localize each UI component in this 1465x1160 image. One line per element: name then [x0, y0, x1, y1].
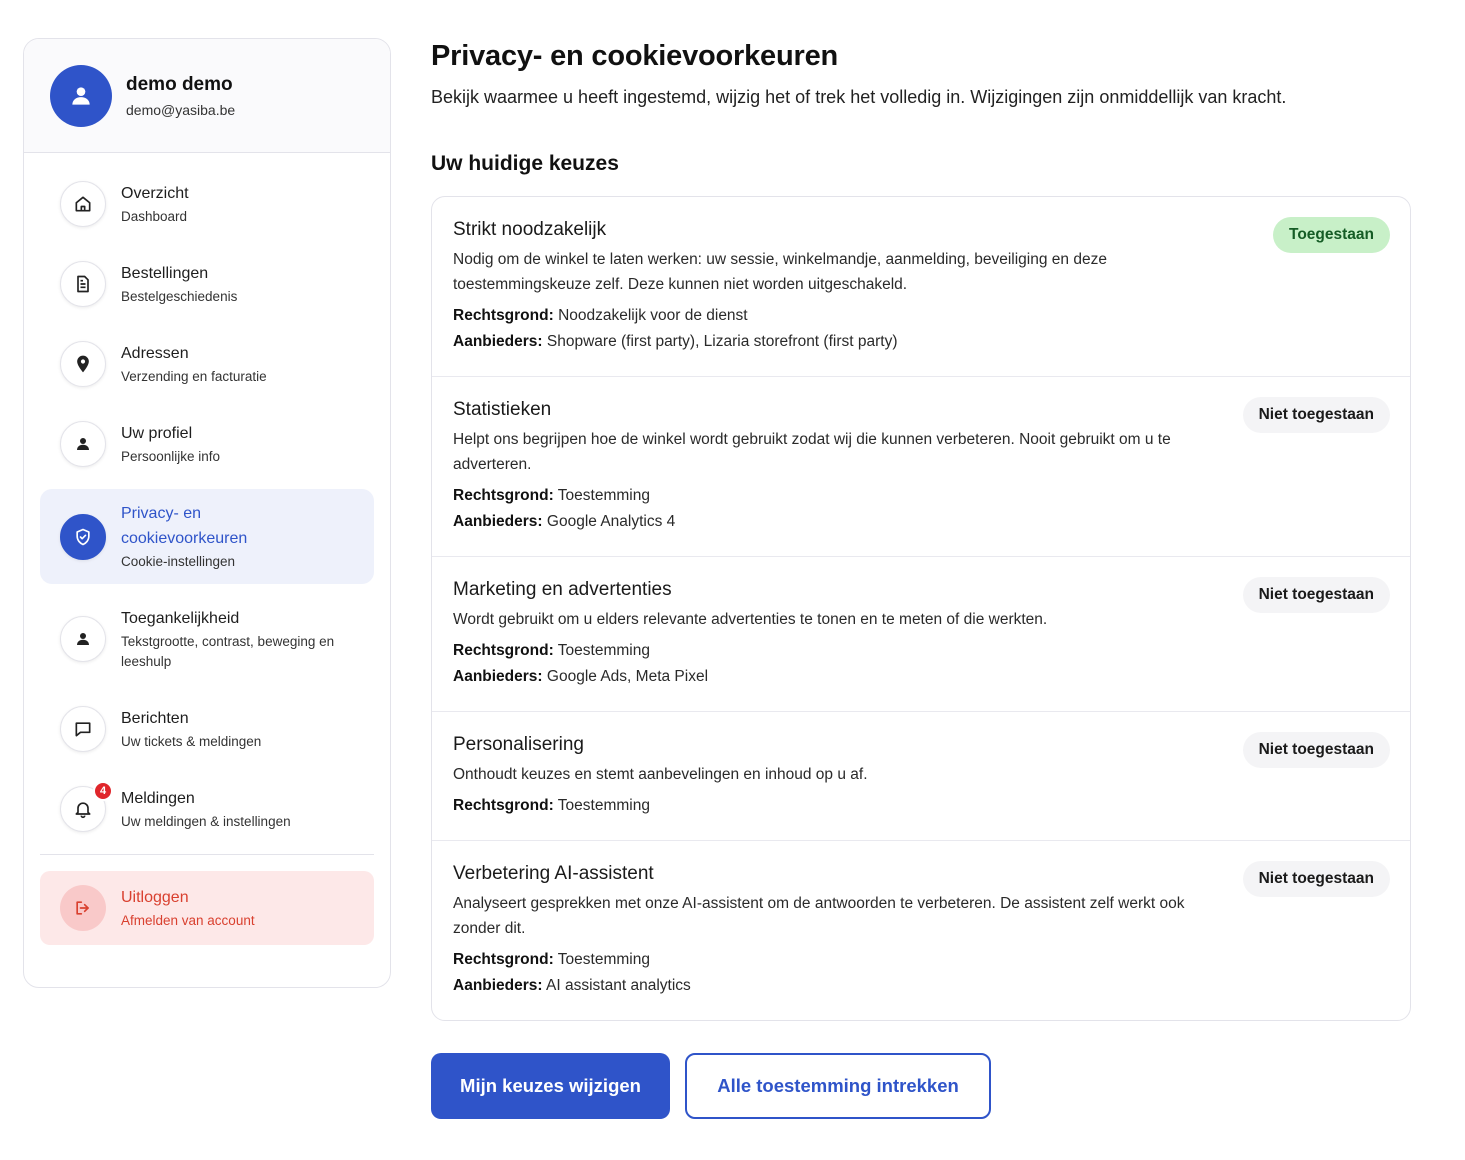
sidebar-item-subtitle: Persoonlijke info — [121, 449, 221, 464]
consent-actions: Mijn keuzes wijzigen Alle toestemming in… — [431, 1053, 1421, 1119]
consent-categories-card: Strikt noodzakelijk Nodig om de winkel t… — [431, 196, 1411, 1021]
status-badge: Niet toegestaan — [1242, 861, 1390, 897]
category-providers: Aanbieders: Google Analytics 4 — [453, 509, 1389, 534]
legal-basis-value: Toestemming — [557, 487, 650, 504]
legal-basis-label: Rechtsgrond: — [453, 797, 554, 814]
consent-category-marketing: Marketing en advertenties Wordt gebruikt… — [432, 557, 1410, 712]
section-title: Uw huidige keuzes — [431, 152, 619, 175]
sidebar-item-subtitle: Dashboard — [121, 209, 188, 224]
providers-label: Aanbieders: — [453, 668, 543, 685]
consent-category-statistics: Statistieken Helpt ons begrijpen hoe de … — [432, 377, 1410, 557]
legal-basis-label: Rechtsgrond: — [453, 642, 554, 659]
sidebar-item-notifications[interactable]: 4 Meldingen Uw meldingen & instellingen — [40, 774, 374, 844]
sidebar-item-subtitle: Tekstgrootte, contrast, beweging en lees… — [121, 634, 335, 669]
consent-category-personalisation: Personalisering Onthoudt keuzes en stemt… — [432, 712, 1410, 841]
providers-value: Google Analytics 4 — [546, 513, 676, 530]
sidebar-item-label: Uw profiel — [121, 425, 193, 442]
user-icon — [60, 616, 106, 662]
category-legal-basis: Rechtsgrond: Toestemming — [453, 638, 1389, 663]
sidebar-item-label: Bestellingen — [121, 265, 209, 282]
sidebar-item-orders[interactable]: Bestellingen Bestelgeschiedenis — [40, 249, 374, 319]
legal-basis-label: Rechtsgrond: — [453, 487, 554, 504]
page-title: Privacy- en cookievoorkeuren — [431, 40, 839, 72]
consent-category-strict: Strikt noodzakelijk Nodig om de winkel t… — [432, 197, 1410, 377]
sidebar-item-label: Overzicht — [121, 185, 189, 202]
main-content: Privacy- en cookievoorkeuren Bekijk waar… — [431, 40, 1421, 1119]
providers-label: Aanbieders: — [453, 513, 543, 530]
chat-bubble-icon — [60, 706, 106, 752]
logout-button[interactable]: Uitloggen Afmelden van account — [40, 871, 374, 945]
sidebar-item-label: Toegankelijkheid — [121, 610, 240, 627]
document-icon — [60, 261, 106, 307]
sidebar-item-accessibility[interactable]: Toegankelijkheid Tekstgrootte, contrast,… — [40, 594, 374, 684]
category-description: Onthoudt keuzes en stemt aanbevelingen e… — [453, 766, 868, 783]
legal-basis-label: Rechtsgrond: — [453, 951, 554, 968]
logout-icon — [60, 885, 106, 931]
status-badge: Niet toegestaan — [1242, 577, 1390, 613]
sidebar-item-profile[interactable]: Uw profiel Persoonlijke info — [40, 409, 374, 479]
sidebar-item-subtitle: Uw tickets & meldingen — [121, 734, 262, 749]
category-providers: Aanbieders: AI assistant analytics — [453, 973, 1389, 998]
sidebar-item-messages[interactable]: Berichten Uw tickets & meldingen — [40, 694, 374, 764]
category-legal-basis: Rechtsgrond: Toestemming — [453, 947, 1389, 972]
page: demo demo demo@yasiba.be Overzicht Dashb… — [0, 0, 1465, 1160]
sidebar-item-addresses[interactable]: Adressen Verzending en facturatie — [40, 329, 374, 399]
providers-value: Google Ads, Meta Pixel — [546, 668, 709, 685]
category-description: Helpt ons begrijpen hoe de winkel wordt … — [453, 431, 1171, 473]
home-icon — [60, 181, 106, 227]
legal-basis-value: Toestemming — [557, 797, 650, 814]
account-nav: Overzicht Dashboard Bestellingen Bestelg… — [24, 153, 390, 844]
avatar — [50, 64, 112, 127]
status-badge: Toegestaan — [1273, 217, 1390, 253]
sidebar-item-label: Adressen — [121, 345, 189, 362]
category-legal-basis: Rechtsgrond: Toestemming — [453, 483, 1389, 508]
category-legal-basis: Rechtsgrond: Noodzakelijk voor de dienst — [453, 303, 1389, 328]
legal-basis-value: Noodzakelijk voor de dienst — [558, 307, 748, 324]
category-description: Analyseert gesprekken met onze AI-assist… — [453, 895, 1185, 937]
bell-icon: 4 — [60, 781, 113, 832]
consent-category-ai-assistant: Verbetering AI-assistent Analyseert gesp… — [432, 841, 1410, 1020]
user-card: demo demo demo@yasiba.be — [24, 39, 390, 153]
sidebar-item-label: Meldingen — [121, 790, 195, 807]
category-providers: Aanbieders: Google Ads, Meta Pixel — [453, 664, 1389, 689]
sidebar-item-label: Privacy- en cookievoorkeuren — [121, 505, 248, 547]
legal-basis-value: Toestemming — [557, 642, 650, 659]
providers-value: Shopware (first party), Lizaria storefro… — [546, 333, 898, 350]
providers-label: Aanbieders: — [453, 977, 543, 994]
user-name: demo demo — [126, 73, 233, 95]
category-description: Nodig om de winkel te laten werken: uw s… — [453, 251, 1107, 293]
status-badge: Niet toegestaan — [1242, 397, 1390, 433]
logout-subtitle: Afmelden van account — [121, 913, 255, 928]
user-icon — [72, 86, 90, 105]
page-description: Bekijk waarmee u heeft ingestemd, wijzig… — [431, 87, 1287, 107]
sidebar-item-subtitle: Verzending en facturatie — [121, 369, 267, 384]
sidebar-item-privacy[interactable]: Privacy- en cookievoorkeuren Cookie-inst… — [40, 489, 374, 584]
map-pin-icon — [60, 341, 106, 387]
revoke-all-consent-button[interactable]: Alle toestemming intrekken — [685, 1053, 991, 1119]
providers-label: Aanbieders: — [453, 333, 543, 350]
logout-label: Uitloggen — [121, 889, 189, 906]
legal-basis-value: Toestemming — [557, 951, 650, 968]
user-icon — [60, 421, 106, 467]
sidebar-item-overview[interactable]: Overzicht Dashboard — [40, 169, 374, 239]
category-description: Wordt gebruikt om u elders relevante adv… — [453, 611, 1048, 628]
legal-basis-label: Rechtsgrond: — [453, 307, 554, 324]
shield-check-icon — [60, 513, 106, 560]
sidebar-item-label: Berichten — [121, 710, 189, 727]
sidebar-item-subtitle: Bestelgeschiedenis — [121, 289, 238, 304]
notification-count-badge: 4 — [93, 781, 113, 801]
account-sidebar: demo demo demo@yasiba.be Overzicht Dashb… — [23, 38, 391, 988]
providers-value: AI assistant analytics — [546, 977, 691, 994]
change-choices-button[interactable]: Mijn keuzes wijzigen — [431, 1053, 670, 1119]
status-badge: Niet toegestaan — [1242, 732, 1390, 768]
sidebar-divider — [40, 854, 374, 855]
sidebar-item-subtitle: Uw meldingen & instellingen — [121, 814, 291, 829]
category-title: Strikt noodzakelijk — [453, 219, 607, 240]
user-email: demo@yasiba.be — [126, 101, 236, 118]
sidebar-item-subtitle: Cookie-instellingen — [121, 554, 236, 569]
category-providers: Aanbieders: Shopware (first party), Liza… — [453, 329, 1389, 354]
category-legal-basis: Rechtsgrond: Toestemming — [453, 793, 1389, 818]
